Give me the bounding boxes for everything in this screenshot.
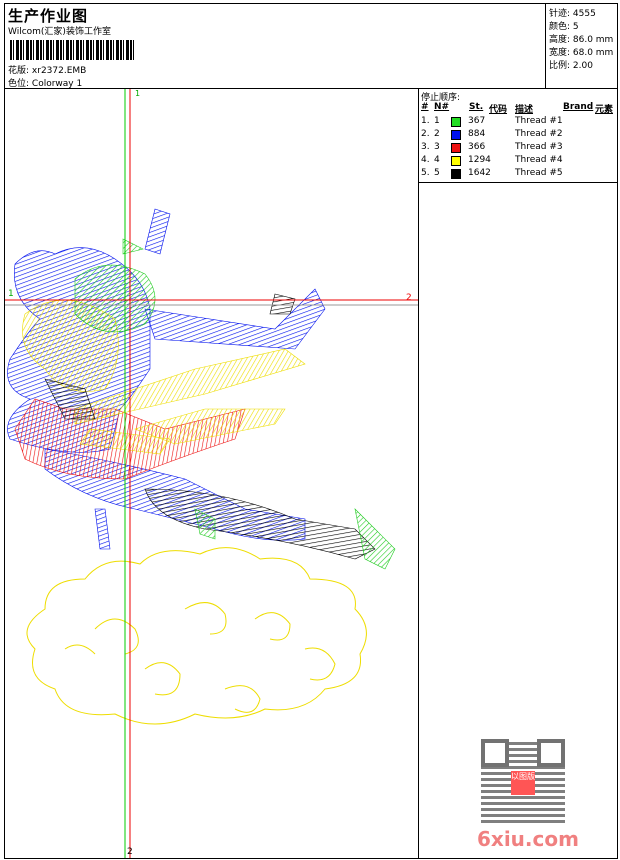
side-panel: 停止顺序: # N# St. 代码 描述 Brand 元素 1. 1 367 Thread … <box>418 88 618 859</box>
table-row: 3. 3 366 Thread #3 <box>421 142 563 153</box>
design-canvas: 1 2 1 2 <box>4 88 419 859</box>
design-info: 针迹: 4555 颜色: 5 高度: 86.0 mm 宽度: 68.0 mm 比… <box>545 3 618 89</box>
design-file: 花版: xr2372.EMB <box>8 66 87 76</box>
header-box: 生产作业图 Wilcom(汇家)装饰工作室 花版: xr2372.EMB 色位:… <box>4 3 546 89</box>
design-height: 高度: 86.0 mm <box>549 35 614 45</box>
table-row: 2. 2 884 Thread #2 <box>421 129 563 140</box>
cloud-outline <box>26 547 367 725</box>
color-swatch <box>451 156 461 166</box>
guide-label-right: 2 <box>406 293 412 303</box>
stop-sequence-title: 停止顺序: <box>421 93 461 103</box>
character-embroidery <box>7 208 396 570</box>
color-swatch <box>451 143 461 153</box>
table-row: 1. 1 367 Thread #1 <box>421 116 563 127</box>
stamp-logo: 以图版 <box>511 771 535 795</box>
table-header: # N# St. 代码 描述 Brand 元素 <box>421 102 614 115</box>
thread-table: 停止顺序: # N# St. 代码 描述 Brand 元素 1. 1 367 Thread … <box>419 89 618 183</box>
color-swatch <box>451 117 461 127</box>
design-scale: 比例: 2.00 <box>549 61 593 71</box>
color-swatch <box>451 130 461 140</box>
page-title: 生产作业图 <box>8 7 89 25</box>
color-swatch <box>451 169 461 179</box>
table-row: 5. 5 1642 Thread #5 <box>421 168 563 179</box>
watermark: 6xiu.com <box>477 827 579 851</box>
stitch-count: 针迹: 4555 <box>549 9 596 19</box>
guide-label-left: 1 <box>8 289 14 299</box>
table-row: 4. 4 1294 Thread #4 <box>421 155 563 166</box>
guide-label-bottom: 2 <box>127 847 133 857</box>
barcode <box>10 40 135 60</box>
color-count: 颜色: 5 <box>549 22 579 32</box>
company-name: Wilcom(汇家)装饰工作室 <box>8 27 111 37</box>
design-width: 宽度: 68.0 mm <box>549 48 614 58</box>
embroidery-preview <box>5 89 418 858</box>
guide-label-top: 1 <box>135 89 141 98</box>
